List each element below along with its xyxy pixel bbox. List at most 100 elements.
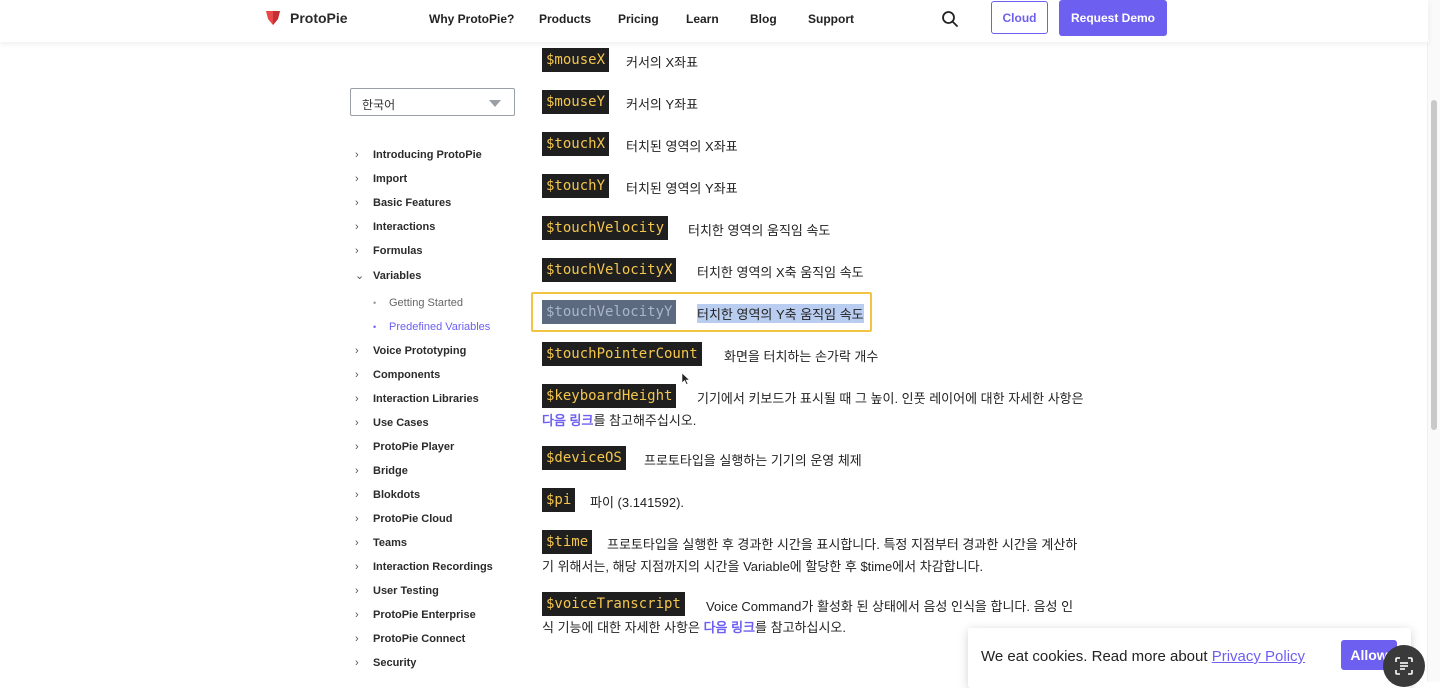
cookie-message: We eat cookies. Read more about Privacy … <box>981 648 1305 665</box>
next-link[interactable]: 다음 링크 <box>704 620 755 635</box>
scrollbar-thumb[interactable] <box>1431 100 1437 430</box>
variable-code: $touchY <box>542 174 610 198</box>
sidebar-item-label: User Testing <box>373 585 439 597</box>
sidebar-item-label: Import <box>373 173 408 185</box>
sidebar-item-label: ProtoPie Player <box>373 441 455 453</box>
chevron-right-icon: › <box>355 345 359 357</box>
variable-description: 파이 (3.141592). <box>590 495 685 510</box>
variable-description: 커서의 X좌표 <box>626 55 699 70</box>
sidebar-item-label: ProtoPie Enterprise <box>373 609 476 621</box>
variable-description: 터치된 영역의 Y좌표 <box>626 181 738 196</box>
variable-description-line2: 다음 링크를 참고해주십시오. <box>542 410 696 429</box>
variable-description-line2: 식 기능에 대한 자세한 사항은 다음 링크를 참고하십시오. <box>542 617 846 636</box>
description-tail: 를 참고해주십시오. <box>593 413 697 428</box>
sidebar-subitem-predefined-variables[interactable]: • Predefined Variables <box>373 321 490 333</box>
nav-support[interactable]: Support <box>808 12 854 26</box>
chevron-right-icon: › <box>355 369 359 381</box>
sidebar-item-label: ProtoPie Cloud <box>373 513 453 525</box>
chevron-right-icon: › <box>355 585 359 597</box>
variable-code: $touchPointerCount <box>542 342 702 366</box>
chevron-right-icon: › <box>355 537 359 549</box>
variable-description: 프로토타입을 실행한 후 경과한 시간을 표시합니다. 특정 지점부터 경과한 … <box>607 537 1078 552</box>
sidebar-item-label: Variables <box>373 270 422 282</box>
brand-logo[interactable]: ProtoPie <box>264 9 348 27</box>
sidebar-item-bridge[interactable]: › Bridge <box>355 465 408 481</box>
sidebar-item-user-testing[interactable]: › User Testing <box>355 585 439 601</box>
privacy-policy-link[interactable]: Privacy Policy <box>1212 648 1305 665</box>
sidebar-item-security[interactable]: › Security <box>355 657 416 673</box>
sidebar-item-use-cases[interactable]: › Use Cases <box>355 417 429 433</box>
chevron-right-icon: › <box>355 417 359 429</box>
chevron-right-icon: › <box>355 633 359 645</box>
sidebar-item-label: Teams <box>373 537 408 549</box>
variable-code-selected: $touchVelocityY <box>542 300 677 324</box>
sidebar-item-protopie-cloud[interactable]: › ProtoPie Cloud <box>355 513 452 529</box>
chevron-right-icon: › <box>355 221 359 233</box>
sidebar-item-label: Basic Features <box>373 197 452 209</box>
variable-description: 터치한 영역의 움직임 속도 <box>688 223 831 238</box>
sidebar-item-import[interactable]: › Import <box>355 173 407 189</box>
sidebar-item-teams[interactable]: › Teams <box>355 537 407 553</box>
variable-description: 커서의 Y좌표 <box>626 97 699 112</box>
variable-description-line2: 기 위해서는, 해당 지점까지의 시간을 Variable에 할당한 후 $ti… <box>542 559 984 574</box>
variable-code: $touchVelocityX <box>542 258 677 282</box>
sidebar-item-label: Interactions <box>373 221 436 233</box>
nav-why-protopie[interactable]: Why ProtoPie? <box>429 12 514 26</box>
variable-description: 화면을 터치하는 손가락 개수 <box>724 349 879 364</box>
sidebar-item-protopie-connect[interactable]: › ProtoPie Connect <box>355 633 465 649</box>
mouse-cursor-icon <box>682 373 690 385</box>
description-tail: 를 참고하십시오. <box>755 620 846 635</box>
sidebar-item-interaction-libraries[interactable]: › Interaction Libraries <box>355 393 479 409</box>
top-navigation-bar: ProtoPie Why ProtoPie? Products Pricing … <box>0 0 1428 42</box>
sidebar-item-voice-prototyping[interactable]: › Voice Prototyping <box>355 345 466 361</box>
sidebar-item-label: Interaction Libraries <box>373 393 479 405</box>
variable-code: $time <box>542 530 593 554</box>
cloud-button[interactable]: Cloud <box>991 1 1048 34</box>
nav-pricing[interactable]: Pricing <box>618 12 659 26</box>
variable-description: 기기에서 키보드가 표시될 때 그 높이. 인풋 레이어에 대한 자세한 사항은 <box>697 391 1084 406</box>
page-scrollbar[interactable] <box>1427 0 1440 682</box>
sidebar-item-label: Bridge <box>373 465 408 477</box>
search-icon[interactable] <box>941 10 959 28</box>
sidebar-item-components[interactable]: › Components <box>355 369 440 385</box>
request-demo-button[interactable]: Request Demo <box>1059 0 1167 36</box>
sidebar-item-label: Introducing ProtoPie <box>373 149 482 161</box>
variable-code: $mouseX <box>542 48 610 72</box>
language-select[interactable]: 한국어 <box>350 88 515 116</box>
sidebar-item-label: Components <box>373 369 441 381</box>
chevron-right-icon: › <box>355 465 359 477</box>
next-link[interactable]: 다음 링크 <box>542 413 593 428</box>
language-value: 한국어 <box>362 98 396 112</box>
sidebar-item-protopie-enterprise[interactable]: › ProtoPie Enterprise <box>355 609 476 625</box>
sidebar-item-variables[interactable]: ⌄ Variables <box>355 269 421 285</box>
variable-code: $touchX <box>542 132 610 156</box>
sidebar-item-formulas[interactable]: › Formulas <box>355 245 423 261</box>
chevron-right-icon: › <box>355 561 359 573</box>
chevron-right-icon: › <box>355 245 359 257</box>
brand-name: ProtoPie <box>290 10 348 26</box>
sidebar-item-basic-features[interactable]: › Basic Features <box>355 197 451 213</box>
sidebar-subitem-getting-started[interactable]: • Getting Started <box>373 297 463 309</box>
chevron-down-icon <box>489 100 501 107</box>
nav-learn[interactable]: Learn <box>686 12 719 26</box>
sidebar-item-interaction-recordings[interactable]: › Interaction Recordings <box>355 561 493 577</box>
variable-description: 터치한 영역의 X축 움직임 속도 <box>697 265 864 280</box>
sidebar-item-protopie-player[interactable]: › ProtoPie Player <box>355 441 454 457</box>
variable-code: $voiceTranscript <box>542 592 685 616</box>
chevron-right-icon: › <box>355 149 359 161</box>
nav-blog[interactable]: Blog <box>750 12 777 26</box>
sidebar-item-label: Interaction Recordings <box>373 561 493 573</box>
sidebar-item-label: ProtoPie Connect <box>373 633 466 645</box>
sidebar-item-label: Blokdots <box>373 489 421 501</box>
sidebar-item-interactions[interactable]: › Interactions <box>355 221 435 237</box>
sidebar-item-label: Security <box>373 657 417 669</box>
variable-code: $touchVelocity <box>542 216 669 240</box>
sidebar-item-introducing-protopie[interactable]: › Introducing ProtoPie <box>355 149 482 165</box>
protopie-logo-icon <box>266 11 280 25</box>
sidebar-item-blokdots[interactable]: › Blokdots <box>355 489 420 505</box>
screen-reader-button[interactable] <box>1383 645 1425 687</box>
variable-description: 프로토타입을 실행하는 기기의 운영 체제 <box>644 453 862 468</box>
nav-products[interactable]: Products <box>539 12 591 26</box>
bullet-icon: • <box>373 322 377 332</box>
variable-code: $mouseY <box>542 90 610 114</box>
